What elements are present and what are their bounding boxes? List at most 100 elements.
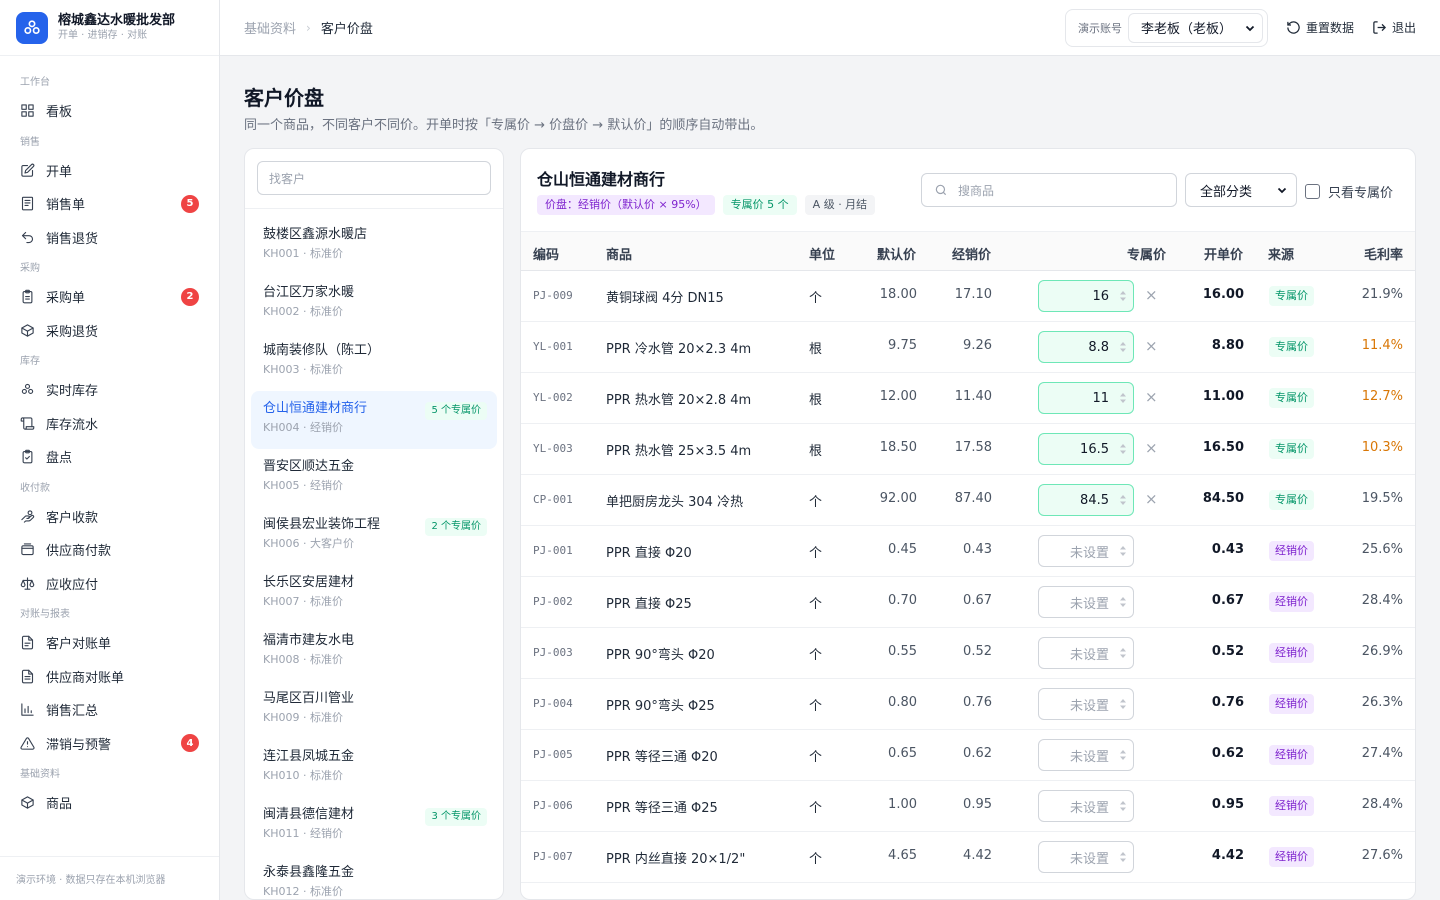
sidebar-item[interactable]: 销售退货	[0, 221, 219, 255]
exclusive-price-input[interactable]: 未设置	[1038, 841, 1134, 873]
spinner-arrows-icon[interactable]	[1119, 340, 1127, 354]
sidebar-item[interactable]: 客户对账单	[0, 626, 219, 660]
spinner-arrows-icon[interactable]	[1119, 850, 1127, 864]
product-name: PPR 90°弯头 Φ25	[606, 699, 715, 714]
exclusive-price-input[interactable]: 未设置	[1038, 586, 1134, 618]
spinner-arrows-icon[interactable]	[1119, 748, 1127, 762]
clear-exclusive-price-icon[interactable]: ×	[1145, 337, 1158, 355]
exclusive-price-placeholder: 未设置	[1069, 851, 1109, 867]
gross-margin: 27.4%	[1361, 746, 1403, 761]
account-select[interactable]: 李老板（老板）	[1127, 12, 1263, 43]
order-price: 0.62	[1211, 746, 1244, 761]
exclusive-price-input[interactable]: 未设置	[1038, 637, 1134, 669]
package-return-icon	[21, 324, 34, 337]
exclusive-price-input[interactable]: 未设置	[1038, 535, 1134, 567]
undo-icon	[21, 231, 33, 243]
clear-exclusive-price-icon[interactable]: ×	[1145, 439, 1158, 457]
exclusive-price-input[interactable]: 未设置	[1038, 739, 1134, 771]
gross-margin: 12.7%	[1361, 389, 1403, 404]
breadcrumb-parent-link[interactable]: 基础资料	[244, 18, 296, 37]
sidebar-item[interactable]: 实时库存	[0, 373, 219, 407]
table-row: YL-003 PPR 热水管 25×3.5 4m 根 18.50 17.58 16.5 × 1…	[521, 424, 1415, 475]
spinner-arrows-icon[interactable]	[1119, 646, 1127, 660]
product-search-input[interactable]: 搜商品	[921, 173, 1177, 207]
sidebar-item[interactable]: 看板	[0, 94, 219, 128]
spinner-arrows-icon[interactable]	[1119, 442, 1127, 456]
default-price: 0.80	[888, 695, 917, 710]
sidebar-item[interactable]: 采购退货	[0, 314, 219, 348]
only-exclusive-toggle[interactable]: 只看专属价	[1305, 182, 1393, 201]
customer-list-item[interactable]: 台江区万家水暖 KH002 · 标准价	[251, 275, 497, 333]
breadcrumb-separator-icon: ›	[306, 20, 311, 35]
gross-margin: 26.9%	[1361, 644, 1403, 659]
clear-exclusive-price-icon[interactable]: ×	[1145, 388, 1158, 406]
spinner-arrows-icon[interactable]	[1119, 544, 1127, 558]
customer-list-item[interactable]: 永泰县鑫隆五金 KH012 · 标准价	[251, 855, 497, 899]
sidebar-item[interactable]: 盘点	[0, 440, 219, 474]
logout-button[interactable]: 退出	[1372, 19, 1416, 36]
customer-search-input[interactable]: 找客户	[257, 161, 491, 195]
sidebar-item[interactable]: 库存流水	[0, 407, 219, 441]
customer-name: 城南装修队（陈工）	[263, 343, 381, 358]
spinner-arrows-icon[interactable]	[1119, 697, 1127, 711]
customer-list-item[interactable]: 闽侯县宏业装饰工程 KH006 · 大客户价 2 个专属价	[251, 507, 497, 565]
order-price: 0.67	[1211, 593, 1244, 608]
exclusive-price-input[interactable]: 84.5	[1038, 484, 1134, 516]
clear-exclusive-price-icon[interactable]: ×	[1145, 490, 1158, 508]
chevron-down-icon	[1277, 187, 1287, 194]
sidebar-item[interactable]: 滞销与预警 4	[0, 727, 219, 761]
exclusive-price-input[interactable]: 16	[1038, 280, 1134, 312]
only-exclusive-checkbox[interactable]	[1305, 184, 1320, 199]
sidebar-item[interactable]: 采购单 2	[0, 280, 219, 314]
customer-list-item[interactable]: 仓山恒通建材商行 KH004 · 经销价 5 个专属价	[251, 391, 497, 449]
clipboard-check-icon	[22, 449, 33, 464]
exclusive-price-input[interactable]: 11	[1038, 382, 1134, 414]
table-row: YL-002 PPR 热水管 20×2.8 4m 根 12.00 11.40 11 × 11.…	[521, 373, 1415, 424]
spinner-arrows-icon[interactable]	[1119, 799, 1127, 813]
sidebar-item[interactable]: 开单	[0, 154, 219, 188]
receipt-icon	[21, 196, 34, 211]
clear-exclusive-price-icon[interactable]: ×	[1145, 286, 1158, 304]
sidebar-item[interactable]: 销售汇总	[0, 693, 219, 727]
sidebar-footer-note: 演示环境 · 数据只存在本机浏览器	[0, 856, 219, 900]
product-search-placeholder: 搜商品	[958, 183, 995, 198]
default-price: 0.45	[888, 542, 917, 557]
wallet-icon	[21, 543, 34, 556]
exclusive-price-input[interactable]: 8.8	[1038, 331, 1134, 363]
sidebar-item[interactable]: 商品	[0, 786, 219, 820]
default-price: 18.50	[879, 440, 917, 455]
sidebar-item-label: 销售汇总	[46, 704, 99, 720]
customer-list-item[interactable]: 马尾区百川管业 KH009 · 标准价	[251, 681, 497, 739]
customer-list-item[interactable]: 福清市建友水电 KH008 · 标准价	[251, 623, 497, 681]
category-select[interactable]: 全部分类	[1185, 173, 1297, 207]
customer-list-item[interactable]: 晋安区顺达五金 KH005 · 经销价	[251, 449, 497, 507]
customer-list-item[interactable]: 闽清县德信建材 KH011 · 经销价 3 个专属价	[251, 797, 497, 855]
customer-list-item[interactable]: 长乐区安居建材 KH007 · 标准价	[251, 565, 497, 623]
customer-list-item[interactable]: 城南装修队（陈工） KH003 · 标准价	[251, 333, 497, 391]
spinner-arrows-icon[interactable]	[1119, 391, 1127, 405]
sidebar-nav: 工作台 看板 销售 开单 销售单 5 销售退货 采购 采购单 2 采购退货 库存 实时库存 库存流水 盘点收…	[0, 56, 219, 820]
sidebar-item[interactable]: 供应商对账单	[0, 660, 219, 694]
exclusive-price-input[interactable]: 16.5	[1038, 433, 1134, 465]
spinner-arrows-icon[interactable]	[1119, 493, 1127, 507]
spinner-arrows-icon[interactable]	[1119, 595, 1127, 609]
sidebar-item[interactable]: 供应商付款	[0, 533, 219, 567]
product-code: PJ-004	[533, 697, 573, 710]
customer-name: 永泰县鑫隆五金	[263, 865, 355, 880]
default-price: 0.65	[888, 746, 917, 761]
brand-name: 榕城鑫达水暖批发部	[58, 13, 176, 28]
order-price: 11.00	[1202, 389, 1244, 404]
sidebar-item[interactable]: 应收应付	[0, 567, 219, 601]
bar-chart-icon	[21, 703, 34, 716]
price-source-badge: 专属价	[1269, 388, 1314, 408]
exclusive-price-input[interactable]: 未设置	[1038, 790, 1134, 822]
exclusive-price-input[interactable]: 未设置	[1038, 688, 1134, 720]
sidebar-item[interactable]: 客户收款	[0, 500, 219, 534]
sidebar-item[interactable]: 销售单 5	[0, 187, 219, 221]
table-row: CP-001 单把厨房龙头 304 冷热 个 92.00 87.40 84.5 × 84.50…	[521, 475, 1415, 526]
customer-list-item[interactable]: 连江县凤城五金 KH010 · 标准价	[251, 739, 497, 797]
default-price: 1.00	[888, 797, 917, 812]
spinner-arrows-icon[interactable]	[1119, 289, 1127, 303]
reset-data-button[interactable]: 重置数据	[1286, 19, 1354, 36]
customer-list-item[interactable]: 鼓楼区鑫源水暖店 KH001 · 标准价	[251, 217, 497, 275]
